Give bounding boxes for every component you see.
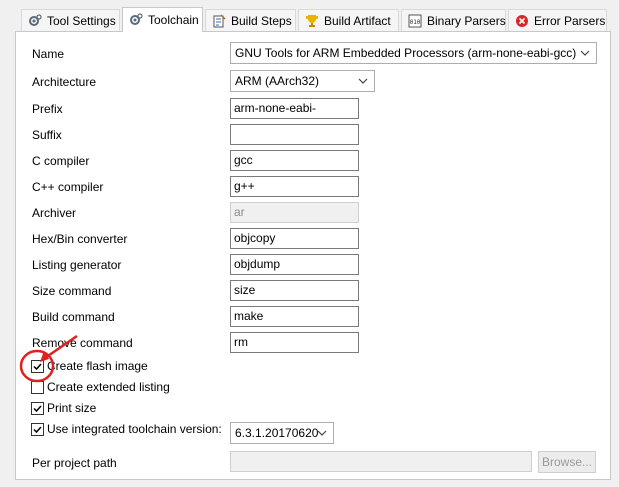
architecture-value: ARM (AArch32)	[235, 74, 320, 88]
tab-label: Error Parsers	[534, 13, 606, 28]
tab-error-parsers[interactable]: Error Parsers	[508, 9, 607, 31]
size-command-label: Size command	[32, 284, 112, 298]
prefix-label: Prefix	[32, 102, 63, 116]
tab-label: Build Steps	[231, 13, 292, 28]
tab-toolchain[interactable]: Toolchain	[122, 7, 203, 32]
suffix-input[interactable]	[230, 124, 359, 145]
tab-label: Binary Parsers	[427, 13, 506, 28]
per-project-path-input	[230, 451, 532, 472]
use-integrated-toolchain-label: Use integrated toolchain version:	[47, 422, 222, 436]
size-command-input[interactable]: size	[230, 280, 359, 301]
svg-text:010: 010	[410, 19, 421, 26]
print-size-checkbox[interactable]	[31, 402, 44, 415]
c-compiler-label: C compiler	[32, 154, 90, 168]
binary-icon: 010	[408, 14, 422, 28]
toolchain-name-value: GNU Tools for ARM Embedded Processors (a…	[235, 46, 577, 60]
hexbin-converter-label: Hex/Bin converter	[32, 232, 128, 246]
build-command-label: Build command	[32, 310, 115, 324]
create-extended-listing-label: Create extended listing	[47, 380, 170, 394]
tab-build-artifact[interactable]: Build Artifact	[298, 9, 399, 31]
hexbin-converter-input[interactable]: objcopy	[230, 228, 359, 249]
toolchain-name-select[interactable]: GNU Tools for ARM Embedded Processors (a…	[230, 42, 597, 64]
listing-generator-input[interactable]: objdump	[230, 254, 359, 275]
chevron-down-icon	[317, 430, 327, 436]
gears-icon	[28, 13, 42, 28]
gears-icon	[129, 13, 143, 27]
toolchain-version-select[interactable]: 6.3.1.20170620	[230, 422, 334, 444]
build-command-input[interactable]: make	[230, 306, 359, 327]
create-flash-image-checkbox[interactable]	[31, 360, 44, 373]
toolchain-version-value: 6.3.1.20170620	[235, 426, 319, 440]
checkmark-icon	[33, 363, 42, 371]
checkmark-icon	[33, 405, 42, 413]
listing-generator-label: Listing generator	[32, 258, 122, 272]
browse-button: Browse...	[538, 451, 596, 473]
create-flash-image-label: Create flash image	[47, 359, 148, 373]
use-integrated-toolchain-checkbox[interactable]	[31, 423, 44, 436]
suffix-label: Suffix	[32, 128, 62, 142]
create-extended-listing-checkbox[interactable]	[31, 381, 44, 394]
error-icon	[515, 14, 529, 28]
tab-label: Build Artifact	[324, 13, 391, 28]
tab-bar: Tool Settings Toolchain Build Steps Buil…	[0, 0, 619, 32]
tab-label: Toolchain	[148, 13, 199, 27]
c-compiler-input[interactable]: gcc	[230, 150, 359, 171]
cpp-compiler-label: C++ compiler	[32, 180, 104, 194]
tab-label: Tool Settings	[47, 13, 116, 28]
chevron-down-icon	[358, 78, 368, 84]
archiver-input: ar	[230, 202, 359, 223]
remove-command-input[interactable]: rm	[230, 332, 359, 353]
chevron-down-icon	[580, 50, 590, 56]
toolchain-panel: Name GNU Tools for ARM Embedded Processo…	[15, 31, 611, 480]
architecture-select[interactable]: ARM (AArch32)	[230, 70, 375, 92]
archiver-label: Archiver	[32, 206, 77, 220]
checkmark-icon	[33, 426, 42, 434]
trophy-icon	[305, 14, 319, 28]
tab-tool-settings[interactable]: Tool Settings	[21, 9, 120, 31]
tab-binary-parsers[interactable]: 010 Binary Parsers	[401, 9, 506, 31]
name-label: Name	[32, 47, 65, 61]
tab-build-steps[interactable]: Build Steps	[205, 9, 296, 31]
remove-command-label: Remove command	[32, 336, 133, 350]
prefix-input[interactable]: arm-none-eabi-	[230, 98, 359, 119]
cpp-compiler-input[interactable]: g++	[230, 176, 359, 197]
print-size-label: Print size	[47, 401, 97, 415]
architecture-label: Architecture	[32, 75, 97, 89]
per-project-path-label: Per project path	[32, 456, 117, 470]
build-steps-icon	[212, 13, 226, 28]
